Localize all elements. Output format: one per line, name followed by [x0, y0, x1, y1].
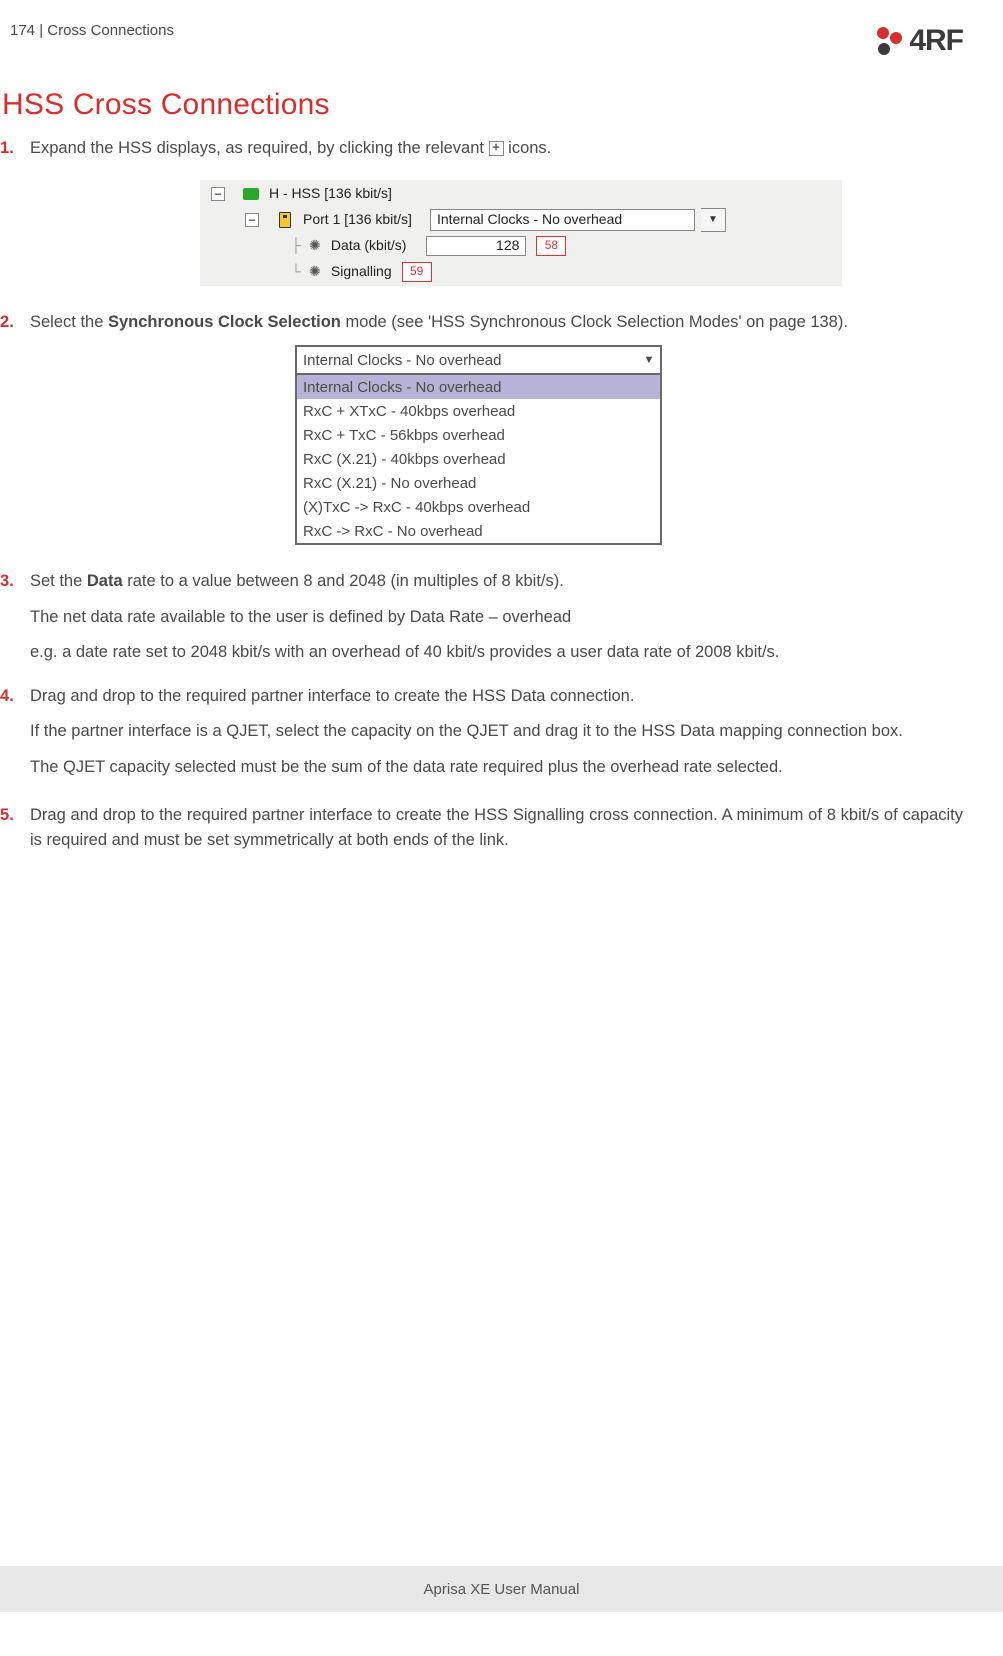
tree-branch-icon: └	[291, 261, 301, 283]
signalling-badge[interactable]: 59	[402, 262, 432, 282]
step-3-text-a: Set the	[30, 572, 87, 590]
footer: Aprisa XE User Manual	[0, 1566, 1003, 1612]
step-2-bold: Synchronous Clock Selection	[108, 313, 341, 331]
step-3: Set the Data rate to a value between 8 a…	[0, 569, 963, 666]
header-section: Cross Connections	[47, 22, 174, 39]
clock-option[interactable]: (X)TxC -> RxC - 40kbps overhead	[297, 495, 660, 519]
tree-root-label: H - HSS [136 kbit/s]	[269, 183, 392, 205]
step-3-p3: e.g. a date rate set to 2048 kbit/s with…	[30, 640, 963, 666]
expand-plus-icon: +	[489, 141, 504, 156]
data-rate-label: Data (kbit/s)	[331, 235, 406, 257]
step-4-p3: The QJET capacity selected must be the s…	[30, 755, 963, 781]
step-2: Select the Synchronous Clock Selection m…	[0, 310, 963, 546]
page-title: HSS Cross Connections	[2, 88, 963, 122]
page-number: 174	[10, 22, 35, 39]
step-5-p1: Drag and drop to the required partner in…	[30, 803, 963, 854]
data-rate-input[interactable]: 128	[426, 236, 526, 256]
step-1-text-a: Expand the HSS displays, as required, by…	[30, 139, 489, 157]
step-4-p2: If the partner interface is a QJET, sele…	[30, 719, 963, 745]
logo-text: 4RF	[909, 24, 963, 58]
step-4-p1: Drag and drop to the required partner in…	[30, 687, 634, 705]
hss-tree-figure: − H - HSS [136 kbit/s] − Port 1 [136 kbi…	[200, 180, 842, 286]
port-icon	[277, 213, 293, 227]
clock-option[interactable]: RxC + TxC - 56kbps overhead	[297, 423, 660, 447]
clock-option[interactable]: RxC (X.21) - No overhead	[297, 471, 660, 495]
tree-port-label: Port 1 [136 kbit/s]	[303, 209, 412, 231]
gear-icon: ✺	[307, 265, 323, 279]
data-badge[interactable]: 58	[536, 236, 566, 256]
drive-icon	[243, 187, 259, 201]
logo-mark-icon	[871, 24, 905, 58]
step-1-text-b: icons.	[504, 139, 552, 157]
page-header: 174 | Cross Connections	[10, 22, 174, 39]
step-3-text-b: rate to a value between 8 and 2048 (in m…	[123, 572, 564, 590]
step-1: Expand the HSS displays, as required, by…	[0, 136, 963, 286]
step-2-text-b: mode (see 'HSS Synchronous Clock Selecti…	[341, 313, 848, 331]
step-5: Drag and drop to the required partner in…	[0, 803, 963, 854]
clock-option[interactable]: RxC + XTxC - 40kbps overhead	[297, 399, 660, 423]
step-2-text-a: Select the	[30, 313, 108, 331]
tree-collapse-icon[interactable]: −	[245, 213, 259, 227]
step-3-p2: The net data rate available to the user …	[30, 605, 963, 631]
clock-dropdown-figure: Internal Clocks - No overhead ▼ Internal…	[295, 345, 662, 545]
tree-collapse-icon[interactable]: −	[211, 187, 225, 201]
step-3-bold: Data	[87, 572, 123, 590]
gear-icon: ✺	[307, 239, 323, 253]
signalling-label: Signalling	[331, 261, 392, 283]
dropdown-arrow-icon[interactable]: ▼	[701, 208, 726, 232]
footer-text: Aprisa XE User Manual	[424, 1581, 580, 1598]
clock-option[interactable]: RxC -> RxC - No overhead	[297, 519, 660, 543]
clock-dropdown-select[interactable]: Internal Clocks - No overhead ▼	[297, 347, 660, 375]
clock-select[interactable]: Internal Clocks - No overhead	[430, 209, 695, 231]
dropdown-arrow-icon[interactable]: ▼	[638, 347, 660, 373]
clock-option[interactable]: RxC (X.21) - 40kbps overhead	[297, 447, 660, 471]
tree-branch-icon: ├	[291, 235, 301, 257]
header-separator: |	[35, 22, 47, 39]
clock-option[interactable]: Internal Clocks - No overhead	[297, 375, 660, 399]
step-4: Drag and drop to the required partner in…	[0, 684, 963, 781]
brand-logo: 4RF	[871, 22, 963, 58]
clock-dropdown-selected: Internal Clocks - No overhead	[303, 349, 501, 372]
